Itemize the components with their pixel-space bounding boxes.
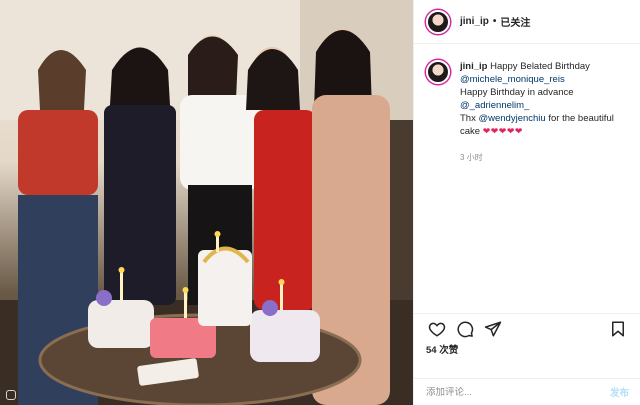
caption-block: jini_ip Happy Belated Birthday @michele_… bbox=[414, 44, 640, 164]
post-comment-button[interactable]: 发布 bbox=[610, 385, 629, 399]
following-button[interactable]: 已关注 bbox=[500, 14, 530, 29]
mention-adrienne[interactable]: @_adriennelim_ bbox=[460, 100, 529, 111]
heart-emojis: ❤❤❤❤❤ bbox=[482, 127, 523, 137]
mention-wendy[interactable]: @wendyjenchiu bbox=[478, 113, 545, 124]
mention-michele[interactable]: @michele_monique_reis bbox=[460, 74, 565, 85]
post-header: jini_ip • 已关注 bbox=[414, 0, 640, 44]
instagram-glyph-icon bbox=[6, 390, 16, 400]
caption-line-1: Happy Belated Birthday bbox=[490, 61, 590, 72]
action-bar bbox=[414, 313, 640, 343]
post-time[interactable]: 3 小时 bbox=[460, 151, 628, 164]
caption-avatar[interactable] bbox=[426, 60, 450, 84]
bookmark-icon[interactable] bbox=[607, 318, 629, 340]
post-sidebar: jini_ip • 已关注 jini_ip Happy Belated Birt… bbox=[413, 0, 640, 405]
header-username[interactable]: jini_ip bbox=[460, 16, 489, 27]
heart-icon[interactable] bbox=[426, 318, 448, 340]
avatar[interactable] bbox=[426, 9, 450, 34]
comment-icon[interactable] bbox=[454, 318, 476, 340]
caption-line-2: Happy Birthday in advance bbox=[460, 87, 574, 98]
share-icon[interactable] bbox=[482, 318, 504, 340]
caption-thx: Thx bbox=[460, 113, 476, 124]
comment-input[interactable] bbox=[426, 386, 610, 398]
caption-text: jini_ip Happy Belated Birthday @michele_… bbox=[460, 60, 628, 164]
add-comment-bar: 发布 bbox=[414, 378, 640, 405]
like-count[interactable]: 54 次赞 bbox=[426, 342, 458, 356]
photo-illustration bbox=[0, 0, 413, 405]
separator-dot: • bbox=[492, 16, 497, 27]
caption-username[interactable]: jini_ip bbox=[460, 61, 487, 72]
post-photo[interactable] bbox=[0, 0, 413, 405]
